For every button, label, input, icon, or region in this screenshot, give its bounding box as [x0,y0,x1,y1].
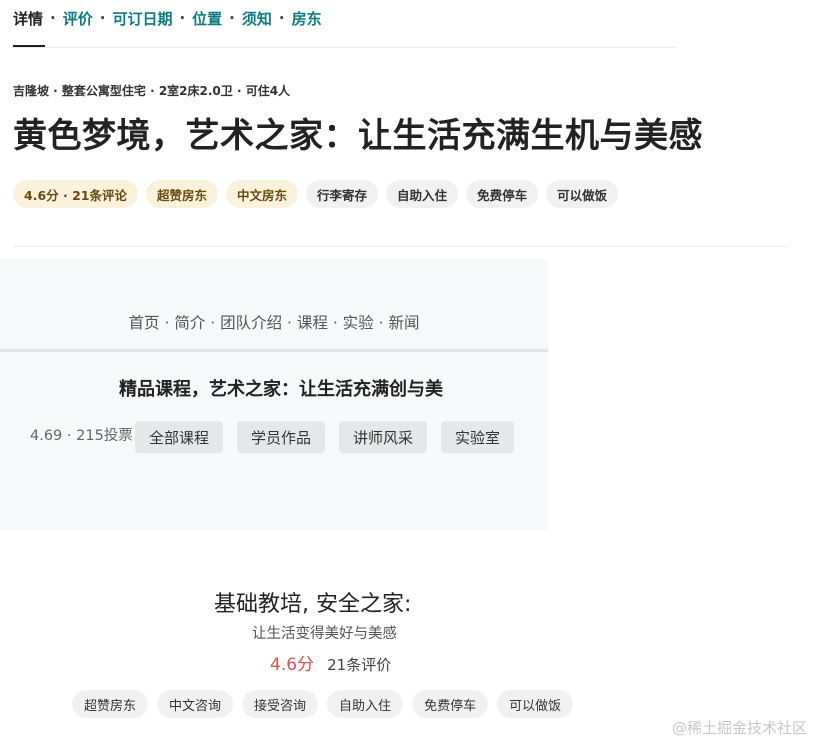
superhost-chip: 超赞房东 [146,180,219,208]
tab-separator: · [229,9,235,27]
detail-tab-nav: 详情 · 评价 · 可订日期 · 位置 · 须知 · 房东 [13,6,322,30]
section-divider [13,246,788,247]
bottom-subtitle: 让生活变得美好与美感 [252,626,397,642]
watermark: @稀土掘金技术社区 [671,719,807,737]
instructors-button[interactable]: 讲师风采 [339,421,428,453]
card-nav-links[interactable]: 首页 · 简介 · 团队介绍 · 课程 · 实验 · 新闻 [0,311,548,333]
listing-title: 黄色梦境，艺术之家：让生活充满生机与美感 [13,116,703,156]
bottom-chip-cooking: 可以做饭 [497,690,574,718]
bottom-chip-chinese-consult: 中文咨询 [157,690,234,718]
card-rating: 4.69 · 215投票 [30,428,133,444]
tab-details[interactable]: 详情 [13,8,43,29]
bottom-chip-self-checkin: 自助入住 [327,690,404,718]
card-divider [0,349,548,352]
nav-divider [13,47,677,48]
tab-available-dates[interactable]: 可订日期 [112,8,172,29]
bottom-title: 基础教培, 安全之家: [214,592,412,617]
lab-button[interactable]: 实验室 [441,421,515,453]
course-card: 首页 · 简介 · 团队介绍 · 课程 · 实验 · 新闻 精品课程，艺术之家：… [0,259,548,530]
bottom-chip-free-parking: 免费停车 [412,690,489,718]
bottom-rating: 4.6分 21条评价 [270,650,391,675]
free-parking-chip: 免费停车 [466,180,539,208]
rating-chip[interactable]: 4.6分 · 21条评论 [13,180,138,208]
tab-separator: · [278,9,285,27]
listing-subtitle: 吉隆坡 · 整套公寓型住宅 · 2室2床2.0卫 · 可住4人 [13,84,291,98]
tab-notice[interactable]: 须知 [242,8,272,29]
bottom-chip-accept-consult: 接受咨询 [242,690,319,718]
student-works-button[interactable]: 学员作品 [237,421,326,453]
tab-separator: · [99,9,106,27]
tab-reviews[interactable]: 评价 [63,8,93,29]
chinese-host-chip: 中文房东 [226,180,299,208]
listing-tag-row: 4.6分 · 21条评论 超赞房东 中文房东 行李寄存 自助入住 免费停车 可以… [13,180,619,208]
bottom-chip-superhost: 超赞房东 [72,690,149,718]
card-title: 精品课程，艺术之家：让生活充满创与美 [119,379,443,400]
tab-location[interactable]: 位置 [192,8,222,29]
card-button-row: 全部课程 学员作品 讲师风采 实验室 [135,421,515,453]
tab-separator: · [179,9,186,27]
all-courses-button[interactable]: 全部课程 [135,421,224,453]
bottom-tag-row: 超赞房东 中文咨询 接受咨询 自助入住 免费停车 可以做饭 [72,690,574,718]
bottom-score: 4.6分 [270,655,315,675]
self-checkin-chip: 自助入住 [386,180,459,208]
cooking-allowed-chip: 可以做饭 [546,180,619,208]
luggage-storage-chip: 行李寄存 [306,180,379,208]
tab-separator: · [50,9,56,27]
tab-host[interactable]: 房东 [292,8,322,29]
bottom-review-count[interactable]: 21条评价 [327,656,391,674]
